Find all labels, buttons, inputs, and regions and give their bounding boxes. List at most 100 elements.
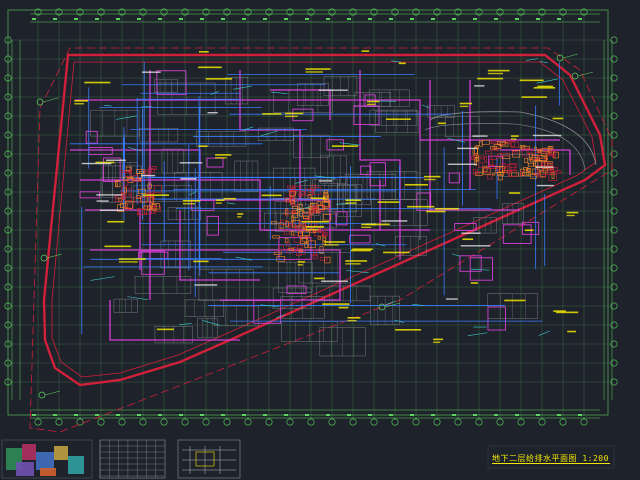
annotation-text — [433, 338, 444, 341]
annotation-text — [459, 102, 473, 105]
annotation-text — [261, 194, 282, 197]
room-enclosure — [206, 157, 224, 168]
annotation-text — [566, 211, 579, 214]
detail-drawing-frame — [177, 439, 241, 479]
interior-wall-segment — [429, 80, 520, 211]
room-label-text — [179, 162, 203, 164]
annotation-text — [365, 223, 390, 226]
dimension-text-tick — [179, 18, 183, 20]
dimension-text-tick — [53, 414, 57, 416]
annotation-text — [345, 263, 361, 265]
annotation-text — [537, 85, 553, 88]
annotation-text — [198, 145, 208, 148]
room-label-text — [472, 135, 488, 137]
annotation-text — [487, 69, 510, 72]
dimension-text-tick — [473, 414, 477, 416]
dimension-text-tick — [284, 18, 288, 20]
cad-drawing-canvas: 地下二层给排水平面图 1:200 — [0, 0, 640, 480]
annotation-text — [533, 87, 556, 89]
plumbing-fixture — [480, 155, 485, 160]
room-label-text — [381, 220, 408, 222]
legend-color-zone — [22, 444, 36, 460]
section-marker-leader — [42, 97, 59, 103]
dimension-text-tick — [557, 18, 561, 20]
leader-line — [538, 330, 550, 336]
dimension-text-tick — [221, 414, 225, 416]
room-enclosure — [88, 146, 113, 156]
dimension-text-tick — [347, 18, 351, 20]
leader-line — [227, 202, 235, 205]
plumbing-fixture — [283, 230, 290, 235]
annotation-text — [107, 220, 125, 223]
interior-wall-segment — [500, 149, 571, 175]
dimension-text-tick — [137, 18, 141, 20]
annotation-text — [193, 260, 209, 263]
annotation-text — [524, 229, 534, 232]
plumbing-fixture — [129, 176, 134, 179]
plumbing-fixture — [501, 155, 511, 159]
plumbing-fixture — [527, 162, 534, 167]
annotation-text — [435, 207, 459, 210]
interior-wall-segment — [350, 180, 381, 231]
annotation-text — [345, 202, 357, 204]
annotation-text — [306, 229, 319, 231]
room-enclosure — [156, 70, 187, 96]
room-label-text — [536, 184, 554, 187]
leader-line — [179, 323, 192, 325]
room-label-text — [180, 178, 197, 180]
dimension-text-tick — [389, 18, 393, 20]
detail-drawing-lines — [182, 446, 236, 474]
dimension-text-tick — [95, 18, 99, 20]
annotation-text — [314, 277, 325, 280]
plumbing-fixture — [551, 172, 555, 179]
room-enclosure — [360, 165, 372, 176]
annotation-text — [215, 154, 232, 156]
annotation-text — [237, 216, 242, 218]
room-label-text — [460, 245, 491, 247]
annotation-text — [262, 113, 282, 115]
plumbing-fixture — [302, 230, 310, 236]
annotation-text — [477, 77, 504, 80]
dimension-text-tick — [305, 414, 309, 416]
dimension-text-tick — [200, 414, 204, 416]
annotation-text — [323, 241, 346, 243]
annotation-text — [433, 341, 441, 343]
annotation-text — [352, 248, 373, 250]
annotation-text — [156, 328, 175, 331]
plumbing-fixture — [291, 231, 295, 236]
dimension-text-tick — [137, 414, 141, 416]
annotation-text — [459, 105, 469, 108]
annotation-text — [205, 78, 233, 80]
room-enclosure — [102, 157, 121, 182]
room-enclosure — [206, 215, 219, 236]
annotation-text — [509, 192, 521, 194]
room-label-text — [141, 71, 161, 73]
dimension-text-tick — [431, 414, 435, 416]
room-label-text — [319, 180, 333, 182]
dimension-text-tick — [116, 414, 120, 416]
annotation-text — [182, 200, 201, 202]
annotation-text — [198, 50, 209, 53]
annotation-text — [311, 197, 327, 200]
annotation-text — [504, 299, 526, 302]
annotation-text — [223, 197, 237, 200]
annotation-text — [215, 157, 227, 159]
annotation-text — [423, 178, 436, 181]
room-enclosure — [349, 234, 371, 244]
plumbing-fixture — [481, 139, 491, 145]
dimension-text-tick — [32, 414, 36, 416]
legend-color-zone — [16, 462, 34, 476]
annotation-text — [487, 72, 504, 75]
annotation-text — [398, 62, 406, 65]
annotation-text — [322, 303, 350, 305]
legend-table — [99, 439, 166, 479]
plumbing-fixture — [125, 195, 133, 201]
dimension-text-tick — [284, 414, 288, 416]
dimension-text-tick — [179, 414, 183, 416]
annotation-text — [198, 66, 222, 69]
property-line — [29, 47, 613, 433]
annotation-text — [521, 96, 547, 98]
leader-line — [295, 179, 309, 184]
dimension-text-tick — [74, 18, 78, 20]
leader-line — [421, 104, 431, 109]
